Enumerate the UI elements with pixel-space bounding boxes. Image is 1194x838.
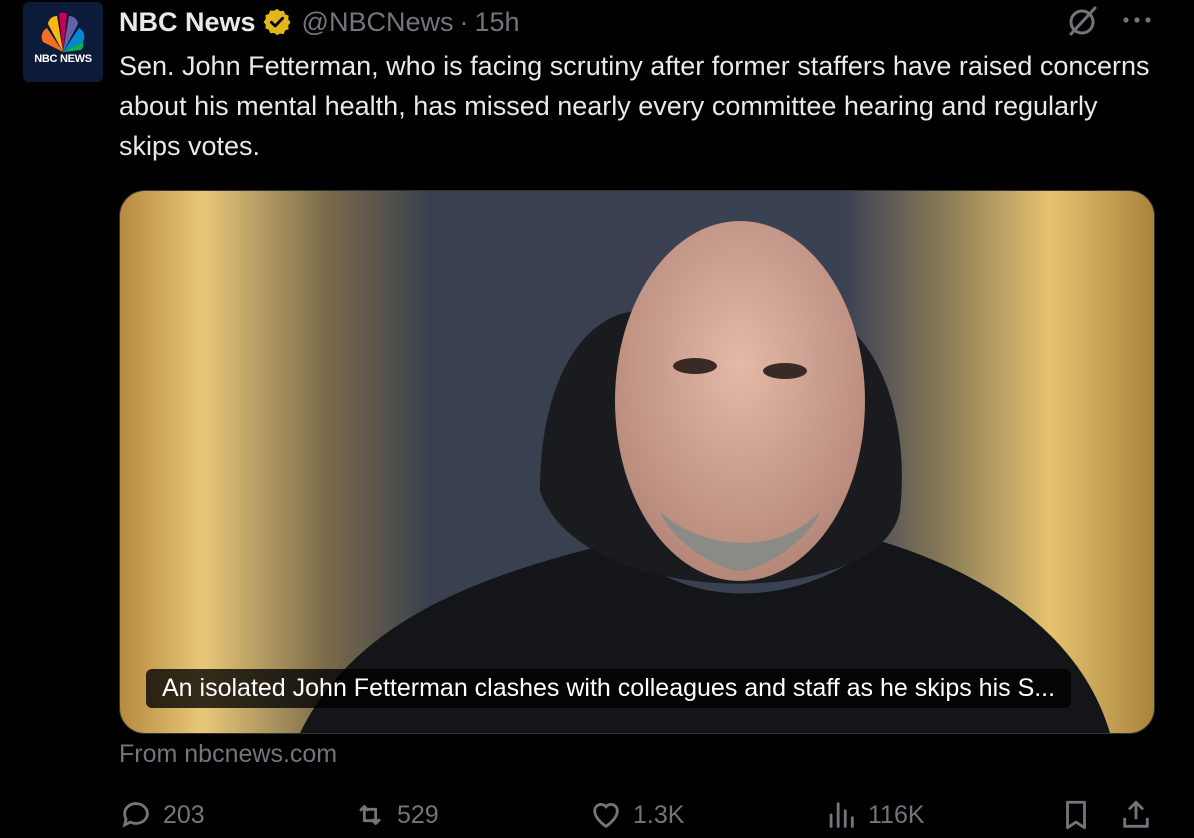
share-button[interactable] xyxy=(1119,798,1163,832)
like-count: 1.3K xyxy=(633,800,685,829)
repost-count: 529 xyxy=(397,800,439,829)
bookmark-icon xyxy=(1066,800,1086,830)
separator-dot: · xyxy=(459,6,469,37)
grok-icon[interactable] xyxy=(1066,4,1100,38)
views-icon xyxy=(829,802,854,828)
repost-button[interactable]: 529 xyxy=(353,798,439,832)
card-source[interactable]: From nbcnews.com xyxy=(119,740,337,769)
reply-button[interactable]: 203 xyxy=(119,798,205,832)
views-count: 116K xyxy=(868,800,925,829)
peacock-logo-icon xyxy=(41,12,85,52)
repost-icon xyxy=(359,805,381,825)
link-card[interactable]: An isolated John Fetterman clashes with … xyxy=(119,190,1155,734)
reply-icon xyxy=(122,802,149,828)
post-header: NBC News @NBCNews · 15h xyxy=(119,4,520,40)
avatar-logo-text: NBC NEWS xyxy=(34,53,92,65)
post-time[interactable]: 15h xyxy=(474,7,519,38)
views-button[interactable]: 116K xyxy=(824,798,925,832)
like-button[interactable]: 1.3K xyxy=(589,798,684,832)
author-handle[interactable]: @NBCNews xyxy=(302,7,454,38)
bookmark-button[interactable] xyxy=(1059,798,1103,832)
post-text: Sen. John Fetterman, who is facing scrut… xyxy=(119,51,1150,161)
more-icon[interactable] xyxy=(1121,10,1153,30)
action-bar: 203 529 1.3K 116K xyxy=(119,798,1159,838)
like-icon xyxy=(593,803,619,829)
share-icon xyxy=(1123,800,1149,828)
author-name[interactable]: NBC News xyxy=(119,7,256,38)
card-photo xyxy=(120,191,1154,733)
verified-badge-icon[interactable] xyxy=(262,7,292,37)
card-title[interactable]: An isolated John Fetterman clashes with … xyxy=(146,669,1072,708)
reply-count: 203 xyxy=(163,800,205,829)
avatar[interactable]: NBC NEWS xyxy=(23,2,103,82)
